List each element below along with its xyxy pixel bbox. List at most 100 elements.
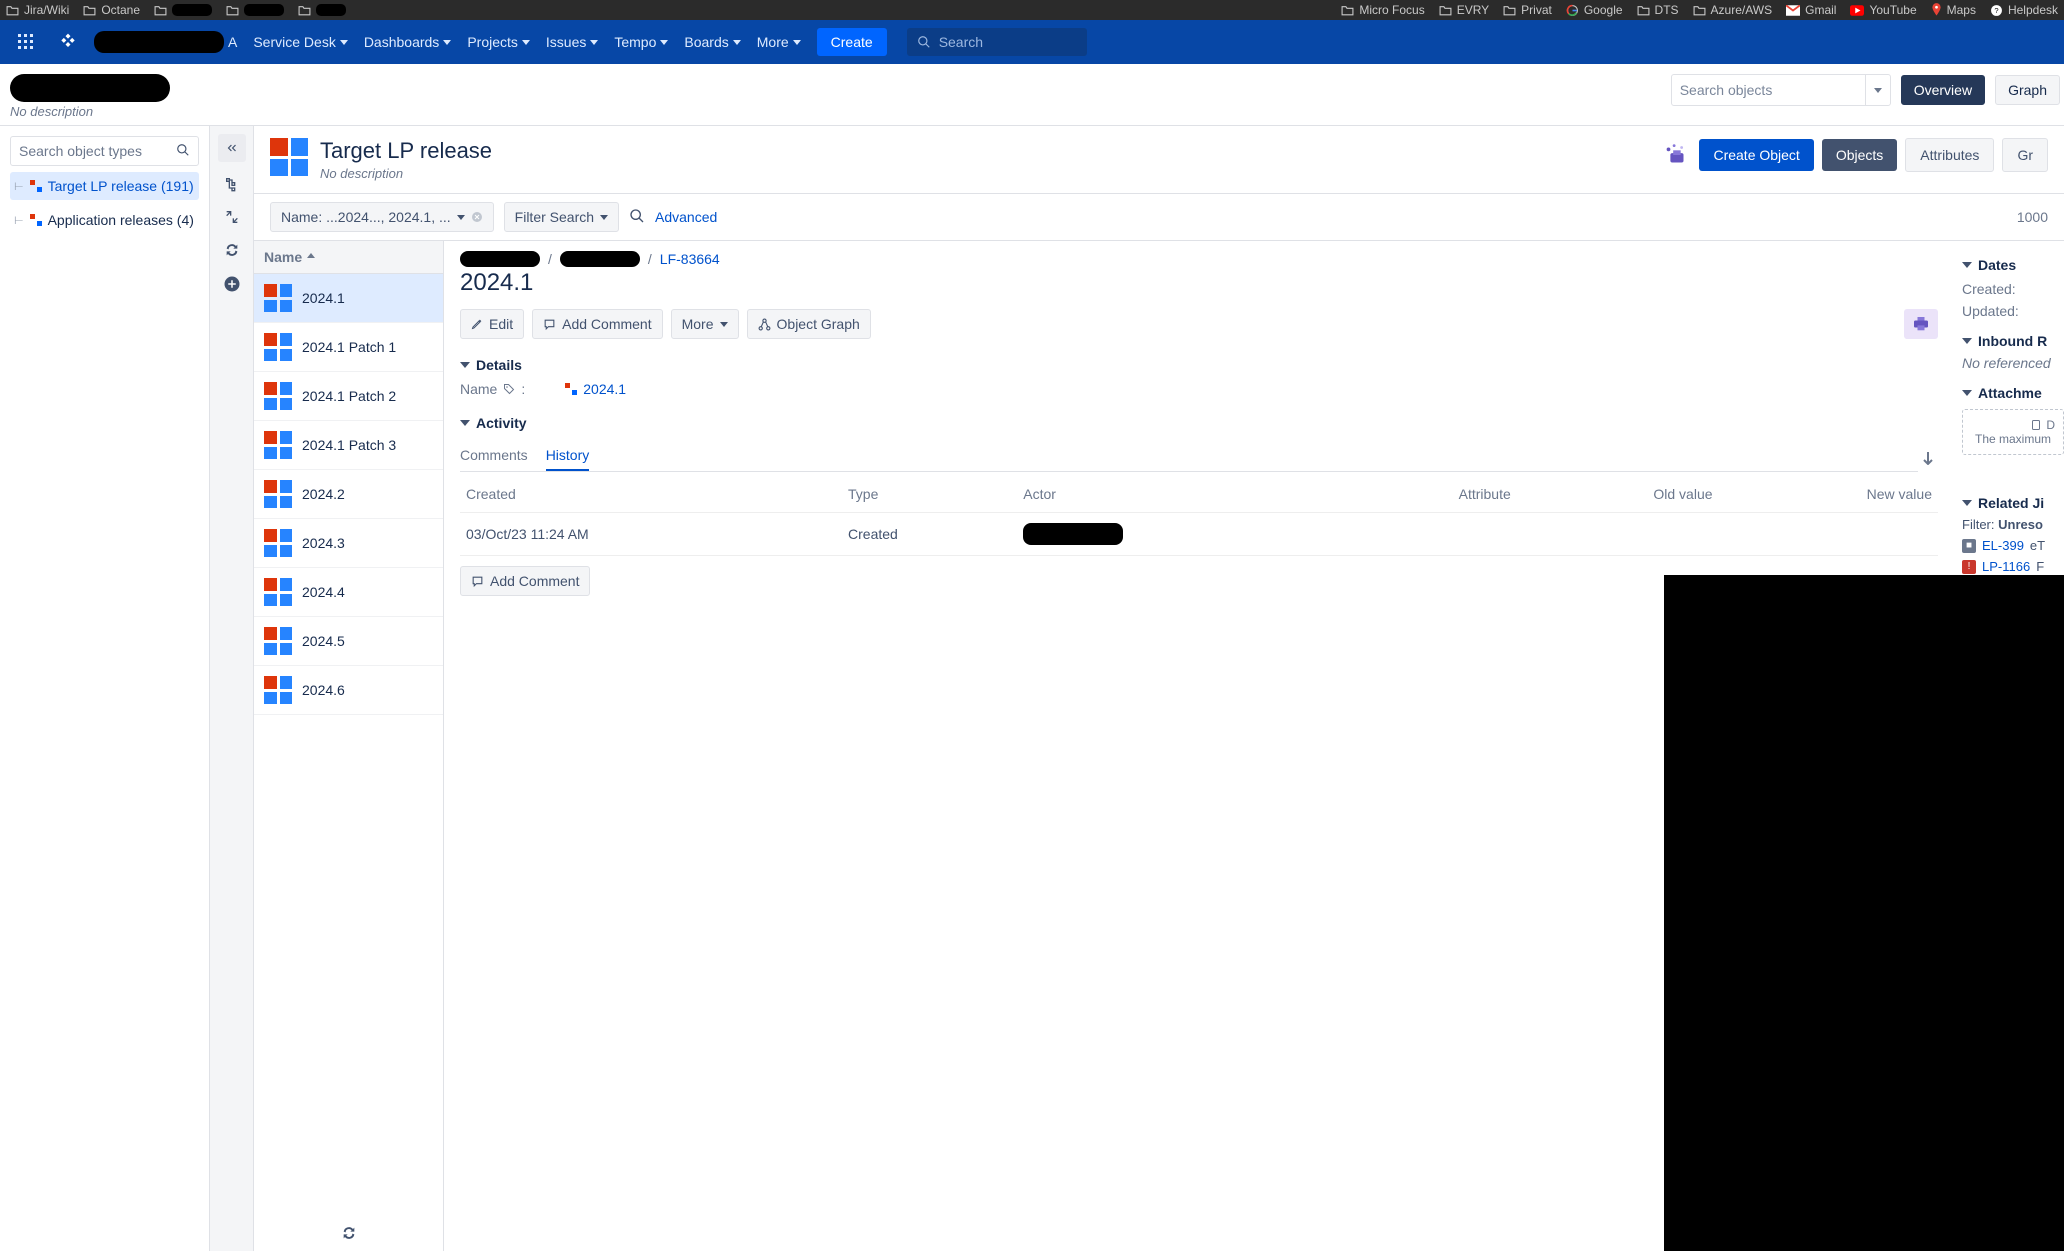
nav-dashboards[interactable]: Dashboards: [356, 28, 460, 56]
search-objects-dd[interactable]: [1865, 75, 1882, 105]
related-section[interactable]: Related Ji: [1962, 495, 2064, 511]
refresh-icon[interactable]: [224, 242, 240, 261]
bookmark[interactable]: Privat: [1503, 3, 1552, 17]
list-row[interactable]: 2024.4: [254, 568, 443, 617]
jira-logo[interactable]: [50, 26, 86, 58]
nav-more[interactable]: More: [749, 28, 809, 56]
edit-button[interactable]: Edit: [460, 309, 524, 339]
bookmark[interactable]: Gmail: [1786, 3, 1836, 17]
list-row[interactable]: 2024.5: [254, 617, 443, 666]
list-row[interactable]: 2024.1 Patch 2: [254, 372, 443, 421]
tree-icon[interactable]: [224, 176, 240, 195]
search-objects-input[interactable]: Search objects: [1671, 74, 1891, 106]
nav-tempo[interactable]: Tempo: [606, 28, 676, 56]
bookmark[interactable]: Azure/AWS: [1693, 3, 1773, 17]
app-switcher[interactable]: [10, 28, 42, 56]
overview-button[interactable]: Overview: [1901, 75, 1985, 105]
more-button[interactable]: More: [671, 309, 739, 339]
tree-item[interactable]: ⊢Application releases (4): [10, 206, 199, 234]
history-table: Created Type Actor Attribute Old value N…: [460, 476, 1938, 556]
actor-redacted: [1023, 523, 1123, 545]
attach-section[interactable]: Attachme: [1962, 385, 2064, 401]
clear-filter-icon[interactable]: [471, 211, 483, 223]
crumb-redacted-2: [560, 251, 640, 267]
list-row[interactable]: 2024.1: [254, 274, 443, 323]
add-comment-button[interactable]: Add Comment: [532, 309, 662, 339]
inbound-section[interactable]: Inbound R: [1962, 333, 2064, 349]
add-comment-button-2[interactable]: Add Comment: [460, 566, 590, 596]
objects-tab-button[interactable]: Objects: [1822, 139, 1897, 171]
bookmark[interactable]: Google: [1566, 3, 1623, 17]
filter-name-chip[interactable]: Name: ...2024..., 2024.1, ...: [270, 202, 494, 232]
attr-name-value[interactable]: 2024.1: [565, 381, 626, 397]
filter-bar: Name: ...2024..., 2024.1, ... Filter Sea…: [254, 194, 2064, 241]
create-button[interactable]: Create: [817, 28, 887, 56]
filter-search-icon[interactable]: [629, 208, 645, 227]
bookmark[interactable]: DTS: [1637, 3, 1679, 17]
object-type-tree: Search object types ⊢Target LP release (…: [0, 126, 210, 1251]
bookmark[interactable]: [298, 4, 346, 16]
attach-drop[interactable]: D The maximum: [1962, 409, 2064, 455]
tree-item[interactable]: ⊢Target LP release (191): [10, 172, 199, 200]
add-icon[interactable]: [223, 275, 241, 296]
graph-tab-button[interactable]: Gr: [2002, 138, 2048, 172]
history-row: 03/Oct/23 11:24 AM Created: [460, 513, 1938, 556]
object-type-title: Target LP release: [320, 138, 492, 164]
bookmark[interactable]: Jira/Wiki: [6, 3, 69, 17]
bookmark[interactable]: ?Helpdesk: [1990, 3, 2058, 17]
nav-boards[interactable]: Boards: [676, 28, 748, 56]
insight-icon: [1661, 140, 1691, 170]
tab-history[interactable]: History: [546, 441, 590, 471]
comment-icon: [543, 318, 556, 331]
list-refresh-icon[interactable]: [254, 1215, 443, 1251]
nav-service-desk[interactable]: Service Desk: [245, 28, 355, 56]
graph-button[interactable]: Graph: [1995, 75, 2060, 105]
object-type-nodesc: No description: [320, 166, 492, 181]
crumb-redacted-1: [460, 251, 540, 267]
list-row[interactable]: 2024.2: [254, 470, 443, 519]
search-object-types-input[interactable]: Search object types: [10, 136, 199, 166]
comment-icon: [471, 575, 484, 588]
nav-projects[interactable]: Projects: [459, 28, 538, 56]
activity-section-title[interactable]: Activity: [460, 415, 1938, 431]
related-issue[interactable]: !LP-1166F: [1962, 559, 2064, 574]
list-row[interactable]: 2024.6: [254, 666, 443, 715]
bookmark[interactable]: Micro Focus: [1341, 3, 1424, 17]
search-placeholder: Search: [939, 34, 983, 50]
tab-comments[interactable]: Comments: [460, 441, 528, 471]
bookmark[interactable]: Maps: [1931, 3, 1976, 17]
print-button[interactable]: [1904, 309, 1938, 339]
advanced-link[interactable]: Advanced: [655, 209, 717, 225]
bookmark[interactable]: [226, 4, 284, 16]
bookmark[interactable]: [154, 4, 212, 16]
rail: [210, 126, 254, 1251]
filter-search-chip[interactable]: Filter Search: [504, 202, 619, 232]
schema-nodesc: No description: [10, 104, 1671, 119]
list-row[interactable]: 2024.1 Patch 3: [254, 421, 443, 470]
details-section-title[interactable]: Details: [460, 357, 1938, 373]
blackbox-redacted: [1664, 575, 2064, 1251]
object-graph-button[interactable]: Object Graph: [747, 309, 871, 339]
label-icon: [503, 383, 515, 395]
crumb-key[interactable]: LF-83664: [660, 251, 720, 267]
browser-bookmarks-bar: Jira/Wiki Octane Micro Focus EVRY Privat Goog…: [0, 0, 2064, 20]
bookmark[interactable]: Octane: [83, 3, 140, 17]
sort-asc-icon: [306, 252, 316, 262]
search-top[interactable]: Search: [907, 28, 1087, 56]
bookmark[interactable]: YouTube: [1850, 3, 1916, 17]
collapse-tree-button[interactable]: [218, 134, 246, 162]
objects-list: Name 2024.12024.1 Patch 12024.1 Patch 22…: [254, 241, 444, 1251]
nav-issues[interactable]: Issues: [538, 28, 606, 56]
sort-arrow-icon[interactable]: [1918, 447, 1938, 472]
create-object-button[interactable]: Create Object: [1699, 139, 1813, 171]
related-issue[interactable]: ■EL-399eT: [1962, 538, 2064, 553]
list-row[interactable]: 2024.1 Patch 1: [254, 323, 443, 372]
attributes-tab-button[interactable]: Attributes: [1905, 138, 1994, 172]
expand-icon[interactable]: [224, 209, 240, 228]
list-row[interactable]: 2024.3: [254, 519, 443, 568]
object-title: 2024.1: [460, 269, 1938, 297]
svg-text:?: ?: [1994, 6, 1998, 15]
bookmark[interactable]: EVRY: [1439, 3, 1489, 17]
dates-section[interactable]: Dates: [1962, 257, 2064, 273]
list-header-name[interactable]: Name: [254, 241, 443, 274]
